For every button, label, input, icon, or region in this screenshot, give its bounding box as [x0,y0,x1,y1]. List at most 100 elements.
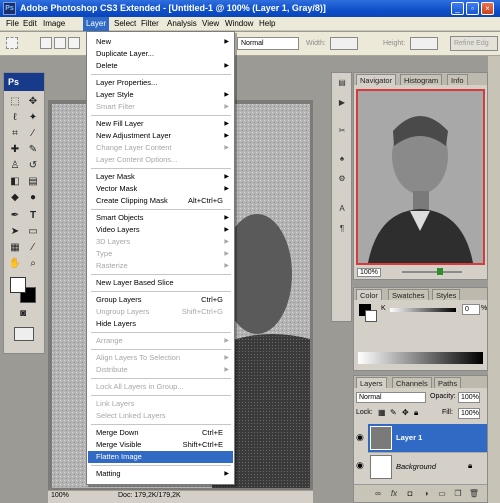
menu-item-create-clipping-mask[interactable]: Create Clipping Mask Alt+Ctrl+G [88,195,233,207]
menu-item-delete[interactable]: Delete ▶ [88,60,233,72]
menu-item-flatten-image[interactable]: Flatten Image [88,451,233,463]
close-button[interactable]: × [481,2,494,15]
tab-info[interactable]: Info [447,74,468,85]
lock-image-icon[interactable]: ✎ [390,408,397,417]
tool-presets-icon[interactable]: ✂ [336,125,348,137]
lock-transparency-icon[interactable]: ▦ [378,408,386,417]
healing-brush-icon[interactable]: ✚ [8,143,22,157]
fx-icon[interactable]: fx [388,488,400,500]
fill-field[interactable]: 100% [458,408,480,419]
menu-item-layer-properties[interactable]: Layer Properties... [88,77,233,89]
menu-image[interactable]: Image [40,17,68,31]
layer-row-layer1[interactable]: Layer 1 [368,424,487,452]
k-slider[interactable] [390,308,456,312]
layer1-name[interactable]: Layer 1 [396,433,422,442]
lock-position-icon[interactable]: ✥ [402,408,409,417]
minimize-button[interactable]: _ [451,2,464,15]
restore-button[interactable]: ▫ [466,2,479,15]
zoom-level[interactable]: 100% [51,492,69,499]
blend-mode-select[interactable]: Normal [356,392,426,403]
brushes-icon[interactable]: ♠ [336,153,348,165]
width-field[interactable] [330,37,358,50]
screen-mode-icon[interactable] [14,327,34,341]
tab-styles[interactable]: Styles [432,289,461,300]
clone-stamp-icon[interactable]: ♙ [8,159,22,173]
background-layer-name[interactable]: Background [396,462,436,471]
menu-item-matting[interactable]: Matting ▶ [88,468,233,480]
lock-all-icon[interactable]: 🔒︎ [414,408,418,418]
navigator-zoom-slider[interactable] [402,271,462,273]
gradient-tool-icon[interactable]: ▤ [26,175,40,189]
menu-analysis[interactable]: Analysis [164,17,200,31]
marquee-tool-icon[interactable] [6,37,18,49]
menu-select[interactable]: Select [111,17,139,31]
background-visibility-eye-icon[interactable]: ◉ [356,460,364,471]
tab-swatches[interactable]: Swatches [388,289,429,300]
color-background-swatch[interactable] [365,310,377,322]
refine-edge-button[interactable]: Refine Edg [450,36,498,51]
link-icon[interactable]: ∞ [372,488,384,500]
hand-tool-icon[interactable]: ✋ [8,257,22,271]
add-selection-icon[interactable] [54,37,66,49]
path-selection-icon[interactable]: ➤ [8,225,22,239]
menu-item-layer-mask[interactable]: Layer Mask ▶ [88,171,233,183]
tab-channels[interactable]: Channels [392,377,432,388]
lasso-tool-icon[interactable]: ℓ [8,111,22,125]
dodge-tool-icon[interactable]: ● [26,191,40,205]
tab-paths[interactable]: Paths [434,377,462,388]
type-tool-icon[interactable]: T [26,209,40,223]
navigator-slider-thumb[interactable] [437,268,443,275]
menu-item-duplicate-layer[interactable]: Duplicate Layer... [88,48,233,60]
menu-view[interactable]: View [199,17,222,31]
paragraph-icon[interactable]: ¶ [336,223,348,235]
menu-window[interactable]: Window [222,17,256,31]
height-field[interactable] [410,37,438,50]
menu-item-new-layer-based-slice[interactable]: New Layer Based Slice [88,277,233,289]
menu-layer[interactable]: Layer [83,17,110,31]
trash-icon[interactable]: 🗑︎ [468,488,480,500]
eyedropper-icon[interactable]: ⁄ [26,241,40,255]
tab-navigator[interactable]: Navigator [356,74,397,85]
mask-icon[interactable]: ◘ [404,488,416,500]
pen-tool-icon[interactable]: ✒ [8,209,22,223]
style-select[interactable]: Normal [237,37,299,50]
history-icon[interactable]: ▤ [336,77,348,89]
menu-item-new-adjustment-layer[interactable]: New Adjustment Layer ▶ [88,130,233,142]
navigator-proxy-view[interactable] [356,89,485,265]
menu-item-vector-mask[interactable]: Vector Mask ▶ [88,183,233,195]
shape-tool-icon[interactable]: ▭ [26,225,40,239]
clone-source-icon[interactable]: ⚙ [336,173,348,185]
menu-item-hide-layers[interactable]: Hide Layers [88,318,233,330]
menu-item-smart-objects[interactable]: Smart Objects ▶ [88,212,233,224]
move-tool-icon[interactable]: ✥ [26,95,40,109]
marquee-tool-icon[interactable]: ⬚ [8,95,22,109]
color-ramp[interactable] [358,352,483,364]
layer-row-background[interactable]: Background 🔒︎ [368,452,487,480]
background-color-swatch[interactable] [10,277,26,293]
menu-edit[interactable]: Edit [20,17,40,31]
menu-help[interactable]: Help [256,17,278,31]
group-icon[interactable]: ▭ [436,488,448,500]
menu-item-video-layers[interactable]: Video Layers ▶ [88,224,233,236]
character-icon[interactable]: A [336,203,348,215]
tab-layers[interactable]: Layers [356,377,387,388]
menu-item-merge-down[interactable]: Merge Down Ctrl+E [88,427,233,439]
layer1-visibility-eye-icon[interactable]: ◉ [356,432,364,443]
menu-item-layer-style[interactable]: Layer Style ▶ [88,89,233,101]
magic-wand-icon[interactable]: ✦ [26,111,40,125]
menu-item-group-layers[interactable]: Group Layers Ctrl+G [88,294,233,306]
new-layer-icon[interactable]: ❐ [452,488,464,500]
crop-tool-icon[interactable]: ⌗ [8,127,22,141]
k-value-field[interactable]: 0 [462,304,480,315]
slice-tool-icon[interactable]: ∕ [26,127,40,141]
subtract-selection-icon[interactable] [68,37,80,49]
opacity-field[interactable]: 100% [458,392,480,403]
notes-tool-icon[interactable]: ▦ [8,241,22,255]
menu-item-merge-visible[interactable]: Merge Visible Shift+Ctrl+E [88,439,233,451]
new-selection-icon[interactable] [40,37,52,49]
menu-filter[interactable]: Filter [138,17,162,31]
tab-histogram[interactable]: Histogram [400,74,443,85]
menu-item-new[interactable]: New ▶ [88,36,233,48]
zoom-tool-icon[interactable]: ⌕ [26,257,40,271]
navigator-zoom-field[interactable]: 100% [357,268,381,277]
